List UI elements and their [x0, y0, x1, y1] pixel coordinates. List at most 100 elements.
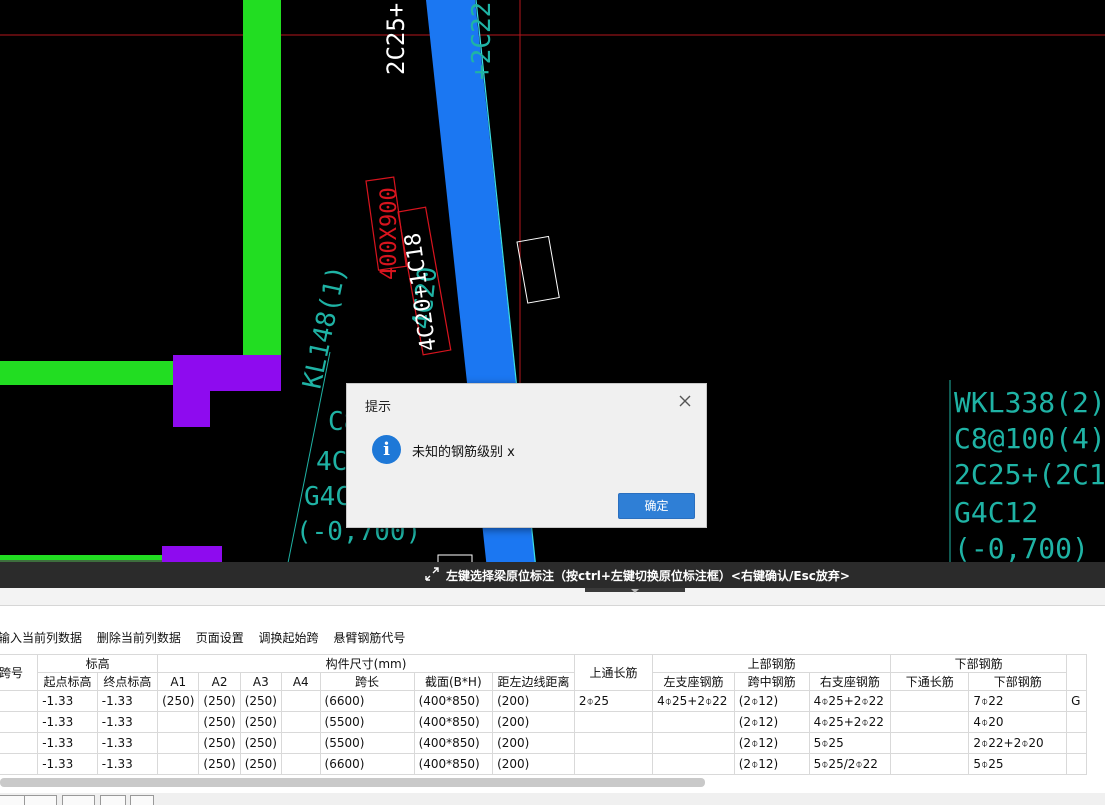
- toolbar-item-cantilever-code[interactable]: 悬臂钢筋代号: [333, 629, 405, 646]
- svg-text:2C25+: 2C25+: [382, 3, 410, 75]
- table-cell[interactable]: [890, 753, 970, 775]
- wkl-label-4: G4C12: [954, 496, 1038, 529]
- wkl-label-2: C8@100(4): [954, 422, 1105, 455]
- toolbar-item-page-setup[interactable]: 页面设置: [196, 629, 244, 646]
- annotation-400x900: 400X900: [377, 187, 402, 280]
- bottom-tool-button[interactable]: [24, 795, 57, 805]
- table-cell[interactable]: [280, 753, 321, 775]
- table-row[interactable]: -1.33 -1.33 (250) (250) (6600) (400*850) (200)…: [0, 753, 1087, 775]
- table-cell[interactable]: 4⌽25+2⌽22: [808, 690, 892, 712]
- table-cell[interactable]: [573, 711, 654, 733]
- table-cell[interactable]: (200): [492, 711, 575, 733]
- table-cell[interactable]: 5⌽25/2⌽22: [808, 753, 892, 775]
- bottom-tool-button[interactable]: [62, 795, 95, 805]
- ok-button[interactable]: 确定: [618, 493, 695, 519]
- table-cell[interactable]: -1.33: [37, 711, 98, 733]
- table-cell[interactable]: -1.33: [96, 732, 159, 754]
- table-cell[interactable]: (400*850): [413, 711, 494, 733]
- table-cell[interactable]: (6600): [319, 753, 415, 775]
- table-cell[interactable]: [0, 711, 39, 733]
- subheader: 下通长筋: [890, 672, 970, 691]
- table-cell[interactable]: [1066, 732, 1087, 754]
- table-row[interactable]: -1.33 -1.33 (250) (250) (5500) (400*850) (200)…: [0, 732, 1087, 754]
- dialog-title: 提示: [365, 400, 392, 415]
- bottom-tool-button[interactable]: [130, 795, 154, 805]
- table-cell[interactable]: 4⌽25+2⌽22: [652, 690, 735, 712]
- dialog-message: 未知的钢筋级别 x: [412, 445, 515, 460]
- table-cell[interactable]: (200): [492, 753, 575, 775]
- close-icon[interactable]: [676, 392, 694, 410]
- table-cell[interactable]: [0, 732, 39, 754]
- table-cell[interactable]: [573, 732, 654, 754]
- table-cell[interactable]: 4⌽25+2⌽22: [808, 711, 892, 733]
- green-wall-bottom: [0, 555, 165, 560]
- toolbar-item-swap-start-span[interactable]: 调换起始跨: [259, 629, 319, 646]
- table-cell[interactable]: (250): [198, 690, 241, 712]
- table-cell[interactable]: [652, 732, 735, 754]
- table-cell[interactable]: -1.33: [96, 753, 159, 775]
- table-cell[interactable]: (6600): [319, 690, 415, 712]
- table-cell[interactable]: (5500): [319, 732, 415, 754]
- toolbar-item-delete-column[interactable]: 删除当前列数据: [97, 629, 181, 646]
- table-cell[interactable]: [157, 753, 200, 775]
- table-cell[interactable]: [157, 711, 200, 733]
- table-cell[interactable]: (250): [198, 753, 241, 775]
- table-cell[interactable]: (250): [239, 732, 282, 754]
- prompt-dialog[interactable]: 提示 i 未知的钢筋级别 x 确定: [346, 383, 707, 528]
- svg-text:4C: 4C: [316, 447, 347, 477]
- table-cell[interactable]: 4⌽20: [968, 711, 1068, 733]
- table-cell[interactable]: (250): [239, 753, 282, 775]
- table-cell[interactable]: 5⌽25: [808, 732, 892, 754]
- table-cell[interactable]: [0, 690, 39, 712]
- table-cell[interactable]: -1.33: [96, 711, 159, 733]
- table-cell[interactable]: (400*850): [413, 732, 494, 754]
- table-cell[interactable]: [890, 690, 970, 712]
- table-cell[interactable]: (400*850): [413, 690, 494, 712]
- table-cell[interactable]: 5⌽25: [968, 753, 1068, 775]
- table-cell[interactable]: 2⌽22+2⌽20: [968, 732, 1068, 754]
- table-cell[interactable]: [890, 732, 970, 754]
- table-cell[interactable]: -1.33: [37, 753, 98, 775]
- table-cell[interactable]: -1.33: [37, 690, 98, 712]
- subheader: 截面(B*H): [413, 672, 494, 691]
- splitter-handle[interactable]: [585, 588, 685, 594]
- table-cell[interactable]: (5500): [319, 711, 415, 733]
- table-cell[interactable]: 7⌽22: [968, 690, 1068, 712]
- table-cell[interactable]: (250): [198, 711, 241, 733]
- table-cell[interactable]: [1066, 711, 1087, 733]
- table-cell[interactable]: (250): [239, 690, 282, 712]
- table-cell[interactable]: [280, 690, 321, 712]
- table-cell[interactable]: (250): [198, 732, 241, 754]
- table-cell[interactable]: [280, 711, 321, 733]
- table-cell[interactable]: (400*850): [413, 753, 494, 775]
- table-row[interactable]: -1.33 -1.33 (250) (250) (5500) (400*850) (200)…: [0, 711, 1087, 733]
- table-cell[interactable]: (2⌽12): [733, 753, 810, 775]
- table-cell[interactable]: (200): [492, 732, 575, 754]
- table-cell[interactable]: 2⌽25: [573, 690, 654, 712]
- table-cell[interactable]: (2⌽12): [733, 732, 810, 754]
- table-cell[interactable]: [652, 753, 735, 775]
- table-cell[interactable]: (200): [492, 690, 575, 712]
- table-cell[interactable]: [1066, 753, 1087, 775]
- table-cell[interactable]: G: [1066, 690, 1087, 712]
- table-cell[interactable]: [0, 753, 39, 775]
- horizontal-scrollbar[interactable]: [0, 778, 705, 787]
- table-cell[interactable]: (2⌽12): [733, 690, 810, 712]
- bottom-tool-button[interactable]: [100, 795, 126, 805]
- annotation-2c22: +2C22: [467, 2, 497, 80]
- table-cell[interactable]: [652, 711, 735, 733]
- table-row[interactable]: -1.33 -1.33 (250) (250) (250) (6600) (400*850)…: [0, 690, 1087, 712]
- table-cell[interactable]: (250): [239, 711, 282, 733]
- subheader: 起点标高: [37, 672, 98, 691]
- table-cell[interactable]: (250): [157, 690, 200, 712]
- table-cell[interactable]: [573, 753, 654, 775]
- subheader: 左支座钢筋: [652, 672, 735, 691]
- table-cell[interactable]: (2⌽12): [733, 711, 810, 733]
- table-cell[interactable]: -1.33: [96, 690, 159, 712]
- panel-divider[interactable]: [0, 588, 1105, 606]
- table-cell[interactable]: -1.33: [37, 732, 98, 754]
- table-cell[interactable]: [157, 732, 200, 754]
- table-cell[interactable]: [280, 732, 321, 754]
- table-cell[interactable]: [890, 711, 970, 733]
- toolbar-item-input-column[interactable]: 输入当前列数据: [0, 629, 82, 646]
